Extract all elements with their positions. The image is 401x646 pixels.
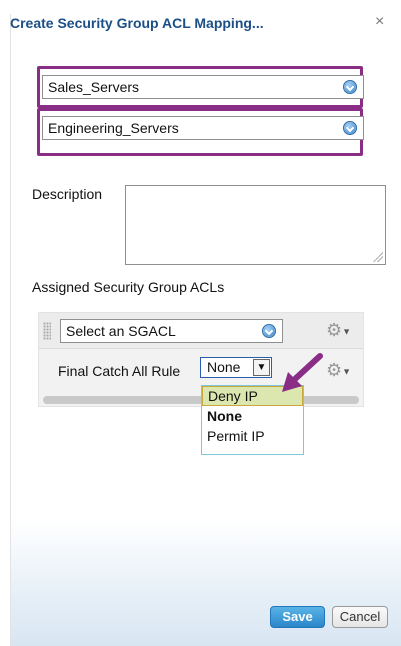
chevron-down-icon xyxy=(343,80,357,94)
source-group-select[interactable]: Sales_Servers xyxy=(42,75,364,99)
description-field[interactable] xyxy=(125,185,386,265)
final-catch-all-label: Final Catch All Rule xyxy=(58,363,181,379)
resize-handle-icon[interactable] xyxy=(373,252,383,262)
drag-handle-icon[interactable] xyxy=(43,322,51,340)
cancel-button[interactable]: Cancel xyxy=(332,606,388,628)
description-label: Description xyxy=(32,186,103,202)
assigned-acls-label: Assigned Security Group ACLs xyxy=(32,279,225,295)
gear-icon[interactable]: ⚙▼ xyxy=(326,320,356,340)
chevron-down-icon xyxy=(262,324,276,338)
sgacl-select[interactable]: Select an SGACL xyxy=(60,319,283,343)
source-group-value: Sales_Servers xyxy=(48,79,140,95)
destination-group-select[interactable]: Engineering_Servers xyxy=(42,116,364,140)
dialog-title: Create Security Group ACL Mapping... xyxy=(10,15,264,31)
arrow-annotation-icon xyxy=(282,353,323,392)
chevron-down-icon[interactable]: ▼ xyxy=(253,359,270,376)
destination-group-value: Engineering_Servers xyxy=(48,120,179,136)
close-icon[interactable]: × xyxy=(375,13,384,31)
final-rule-select[interactable]: None ▼ xyxy=(200,357,272,378)
save-button[interactable]: Save xyxy=(270,606,325,628)
option-none[interactable]: None xyxy=(202,406,303,426)
gear-icon[interactable]: ⚙▼ xyxy=(326,360,356,380)
sgacl-select-value: Select an SGACL xyxy=(66,323,176,339)
option-permit-ip[interactable]: Permit IP xyxy=(202,426,303,446)
final-rule-value: None xyxy=(207,359,241,375)
chevron-down-icon xyxy=(343,121,357,135)
